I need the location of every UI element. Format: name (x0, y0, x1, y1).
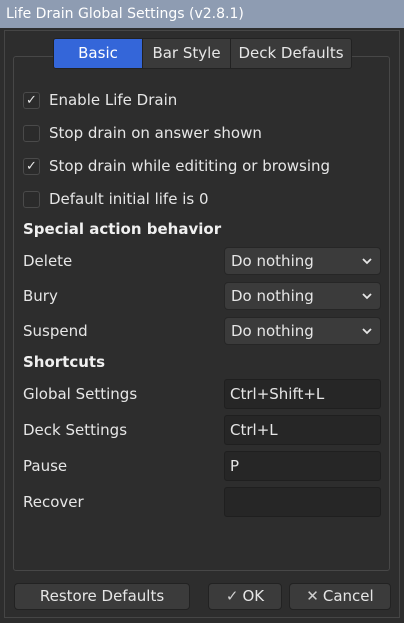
check-icon: ✓ (26, 158, 37, 174)
shortcut-deck-settings[interactable]: Ctrl+L (224, 415, 381, 445)
checkbox-stop-on-answer[interactable] (23, 124, 40, 142)
option-stop-on-answer[interactable]: Stop drain on answer shown (23, 122, 262, 144)
close-icon: ✕ (306, 587, 319, 605)
window-title: Life Drain Global Settings (v2.8.1) (0, 0, 404, 28)
section-special-actions: Special action behavior (23, 220, 222, 238)
select-delete[interactable]: Do nothing (224, 247, 381, 275)
select-value: Do nothing (231, 287, 314, 305)
option-label: Stop drain while edititing or browsing (49, 157, 331, 175)
label-bury: Bury (23, 287, 58, 305)
tab-bar: Basic Bar Style Deck Defaults (53, 38, 352, 69)
label-delete: Delete (23, 252, 73, 270)
check-icon: ✓ (225, 587, 239, 605)
restore-defaults-button[interactable]: Restore Defaults (14, 583, 190, 610)
label-pause: Pause (23, 457, 68, 475)
chevron-down-icon (362, 328, 372, 335)
check-icon: ✓ (26, 92, 37, 108)
tab-bar-style[interactable]: Bar Style (143, 39, 231, 68)
option-label: Enable Life Drain (49, 91, 178, 109)
select-suspend[interactable]: Do nothing (224, 317, 381, 345)
checkbox-enable-life-drain[interactable]: ✓ (23, 91, 40, 109)
chevron-down-icon (362, 293, 372, 300)
shortcut-recover[interactable] (224, 487, 381, 517)
settings-window: Life Drain Global Settings (v2.8.1) Basi… (0, 0, 404, 623)
select-value: Do nothing (231, 252, 314, 270)
select-value: Do nothing (231, 322, 314, 340)
option-label: Stop drain on answer shown (49, 124, 262, 142)
checkbox-initial-life-zero[interactable] (23, 190, 40, 208)
shortcut-pause[interactable]: P (224, 451, 381, 481)
label-deck-settings: Deck Settings (23, 421, 128, 439)
cancel-button[interactable]: ✕ Cancel (289, 583, 391, 610)
ok-label: OK (242, 587, 265, 605)
shortcut-global-settings[interactable]: Ctrl+Shift+L (224, 379, 381, 409)
ok-button[interactable]: ✓ OK (208, 583, 282, 610)
tab-basic[interactable]: Basic (54, 39, 143, 68)
option-stop-while-editing[interactable]: ✓ Stop drain while edititing or browsing (23, 155, 330, 177)
select-bury[interactable]: Do nothing (224, 282, 381, 310)
label-global-settings: Global Settings (23, 385, 138, 403)
chevron-down-icon (362, 258, 372, 265)
option-label: Default initial life is 0 (49, 190, 209, 208)
tab-deck-defaults[interactable]: Deck Defaults (231, 39, 351, 68)
label-recover: Recover (23, 493, 84, 511)
checkbox-stop-while-editing[interactable]: ✓ (23, 157, 40, 175)
section-shortcuts: Shortcuts (23, 353, 106, 371)
option-enable-life-drain[interactable]: ✓ Enable Life Drain (23, 89, 177, 111)
cancel-label: Cancel (322, 587, 374, 605)
label-suspend: Suspend (23, 322, 88, 340)
option-initial-life-zero[interactable]: Default initial life is 0 (23, 188, 209, 210)
